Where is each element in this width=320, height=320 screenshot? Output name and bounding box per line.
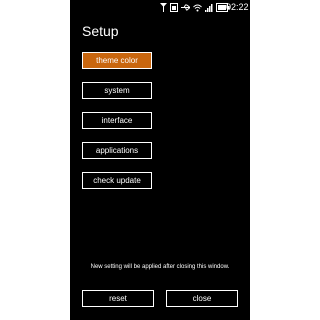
close-button[interactable]: close (166, 290, 238, 307)
signal-icon (160, 2, 167, 12)
system-button[interactable]: system (82, 82, 152, 99)
check-update-button[interactable]: check update (82, 172, 152, 189)
sim-icon (170, 2, 178, 12)
setup-window: 02:22 Setup theme color system interface… (70, 0, 250, 320)
usb-icon (181, 3, 190, 12)
status-clock: 02:22 (226, 2, 249, 12)
interface-button[interactable]: interface (82, 112, 152, 129)
status-icons (160, 2, 230, 12)
settings-notice: New setting will be applied after closin… (90, 264, 230, 270)
applications-button[interactable]: applications (82, 142, 152, 159)
theme-color-button[interactable]: theme color (82, 52, 152, 69)
cellular-bars-icon (205, 3, 213, 12)
page-title: Setup (82, 23, 119, 39)
reset-button[interactable]: reset (82, 290, 154, 307)
status-bar: 02:22 (70, 0, 250, 14)
wifi-icon (193, 3, 202, 12)
